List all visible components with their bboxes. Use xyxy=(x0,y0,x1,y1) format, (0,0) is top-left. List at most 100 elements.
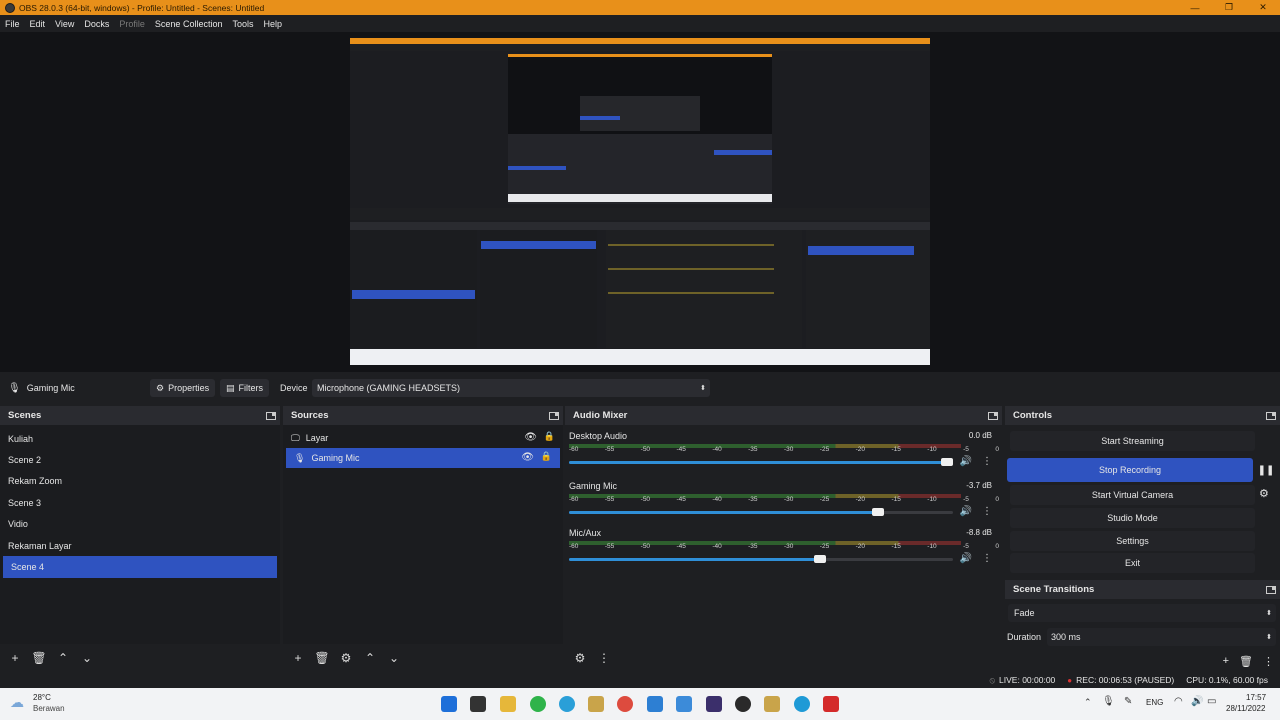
pause-recording-icon[interactable]: ❚❚ xyxy=(1257,460,1275,480)
channel-db: -8.8 dB xyxy=(966,528,992,537)
cpu-fps: CPU: 0.1%, 60.00 fps xyxy=(1186,675,1268,685)
edge-icon[interactable] xyxy=(794,696,810,712)
maximize-button[interactable]: ❐ xyxy=(1212,0,1246,15)
live-indicator-icon: ⦸ xyxy=(989,674,996,685)
volume-slider[interactable] xyxy=(569,555,953,563)
start-streaming-button[interactable]: Start Streaming xyxy=(1010,431,1255,451)
stop-recording-button[interactable]: Stop Recording xyxy=(1007,458,1253,482)
menu-view[interactable]: View xyxy=(50,19,79,29)
speaker-icon[interactable]: 🔊 xyxy=(960,506,972,517)
more-icon[interactable]: ⋮ xyxy=(982,553,992,564)
pen-tray-icon[interactable]: ✎ xyxy=(1124,696,1132,707)
mail-icon[interactable] xyxy=(647,696,663,712)
device-value: Microphone (GAMING HEADSETS) xyxy=(317,383,461,393)
menu-tools[interactable]: Tools xyxy=(227,19,258,29)
battery-icon[interactable]: ▭ xyxy=(1207,696,1216,707)
add-source-button[interactable]: + xyxy=(289,649,307,667)
scene-item[interactable]: Scene 3 xyxy=(0,492,280,513)
archive-icon[interactable] xyxy=(588,696,604,712)
mixer-menu-icon[interactable]: ⋮ xyxy=(595,649,613,667)
meter-tick-label: -5 xyxy=(963,446,969,453)
minimize-button[interactable]: — xyxy=(1178,0,1212,15)
undock-icon[interactable] xyxy=(1266,411,1276,420)
more-icon[interactable]: ⋮ xyxy=(982,456,992,467)
chevron-up-icon[interactable]: ⌃ xyxy=(1084,697,1092,708)
add-scene-button[interactable]: + xyxy=(6,649,24,667)
volume-tray-icon[interactable]: 🔊 xyxy=(1191,696,1203,707)
undock-icon[interactable] xyxy=(988,411,998,420)
scene-item[interactable]: Rekam Zoom xyxy=(0,471,280,492)
menu-file[interactable]: File xyxy=(0,19,25,29)
move-up-button[interactable]: ⌃ xyxy=(54,649,72,667)
wifi-icon[interactable]: ◠ xyxy=(1174,696,1183,707)
properties-button[interactable]: ⚙ Properties xyxy=(150,379,216,397)
clock-date[interactable]: 28/11/2022 xyxy=(1226,704,1265,713)
move-up-button[interactable]: ⌃ xyxy=(361,649,379,667)
volume-knob[interactable] xyxy=(814,555,827,563)
source-properties-button[interactable]: ⚙ xyxy=(337,649,355,667)
source-item[interactable]: 🖵 Layar 👁 🔒 xyxy=(283,428,563,448)
task-view-icon[interactable] xyxy=(470,696,486,712)
volume-knob[interactable] xyxy=(871,508,884,516)
settings-button[interactable]: Settings xyxy=(1010,531,1255,551)
meter-tick-label: -35 xyxy=(748,496,758,503)
menu-docks[interactable]: Docks xyxy=(79,19,114,29)
undock-icon[interactable] xyxy=(1266,585,1276,594)
volume-knob[interactable] xyxy=(941,458,953,466)
move-down-button[interactable]: ⌄ xyxy=(78,649,96,667)
obs-icon[interactable] xyxy=(735,696,751,712)
volume-slider[interactable] xyxy=(569,508,953,516)
scene-item[interactable]: Kuliah xyxy=(0,428,280,449)
visibility-eye-icon[interactable]: 👁 xyxy=(521,452,534,463)
transition-select[interactable]: Fade ⬍ xyxy=(1008,604,1276,622)
whatsapp-icon[interactable] xyxy=(530,696,546,712)
pdf-icon[interactable] xyxy=(823,696,839,712)
transition-menu-icon[interactable]: ⋮ xyxy=(1263,655,1274,668)
speaker-icon[interactable]: 🔊 xyxy=(960,553,972,564)
delete-scene-button[interactable]: 🗑 xyxy=(30,649,48,667)
clock-time[interactable]: 17:57 xyxy=(1246,693,1266,702)
start-virtual-camera-button[interactable]: Start Virtual Camera xyxy=(1010,485,1255,505)
close-button[interactable]: ✕ xyxy=(1246,0,1280,15)
delete-source-button[interactable]: 🗑 xyxy=(313,649,331,667)
chrome-icon[interactable] xyxy=(617,696,633,712)
menu-help[interactable]: Help xyxy=(258,19,287,29)
editor-icon[interactable] xyxy=(706,696,722,712)
more-icon[interactable]: ⋮ xyxy=(982,506,992,517)
visibility-eye-icon[interactable]: 👁 xyxy=(524,432,537,443)
meter-tick-label: -45 xyxy=(676,446,686,453)
properties-label: Properties xyxy=(168,383,210,393)
undock-icon[interactable] xyxy=(266,411,276,420)
studio-mode-button[interactable]: Studio Mode xyxy=(1010,508,1255,528)
delete-transition-button[interactable]: 🗑 xyxy=(1239,655,1253,668)
meter-tick-label: -25 xyxy=(819,446,830,453)
scene-item[interactable]: Rekaman Layar xyxy=(0,535,280,556)
filters-button[interactable]: ▤ Filters xyxy=(220,379,270,397)
scene-item[interactable]: Scene 2 xyxy=(0,449,280,470)
device-select[interactable]: Microphone (GAMING HEADSETS) ⬍ xyxy=(312,379,710,397)
advanced-audio-gear-icon[interactable]: ⚙ xyxy=(571,649,589,667)
add-transition-button[interactable]: + xyxy=(1223,655,1229,668)
volume-slider[interactable] xyxy=(569,458,953,466)
exit-button[interactable]: Exit xyxy=(1010,553,1255,573)
telegram-icon[interactable] xyxy=(559,696,575,712)
language-indicator[interactable]: ENG xyxy=(1146,698,1163,707)
lock-icon[interactable]: 🔒 xyxy=(541,451,552,462)
file-explorer-icon[interactable] xyxy=(500,696,516,712)
scene-item-selected[interactable]: Scene 4 xyxy=(3,556,277,578)
scene-item[interactable]: Vidio xyxy=(0,514,280,535)
start-button-icon[interactable] xyxy=(441,696,457,712)
undock-icon[interactable] xyxy=(549,411,559,420)
todo-icon[interactable] xyxy=(676,696,692,712)
preview-canvas[interactable] xyxy=(0,32,1280,372)
menu-edit[interactable]: Edit xyxy=(25,19,51,29)
duration-spinbox[interactable]: 300 ms ⬍ xyxy=(1047,628,1276,646)
speaker-icon[interactable]: 🔊 xyxy=(960,456,972,467)
microphone-tray-icon[interactable]: 🎙 xyxy=(1102,696,1115,707)
lock-icon[interactable]: 🔒 xyxy=(544,431,555,442)
winrar-icon[interactable] xyxy=(764,696,780,712)
menu-scene-collection[interactable]: Scene Collection xyxy=(150,19,228,29)
move-down-button[interactable]: ⌄ xyxy=(385,649,403,667)
source-item-selected[interactable]: 🎙 Gaming Mic 👁 🔒 xyxy=(286,448,560,468)
virtual-camera-gear-icon[interactable]: ⚙ xyxy=(1259,487,1269,500)
